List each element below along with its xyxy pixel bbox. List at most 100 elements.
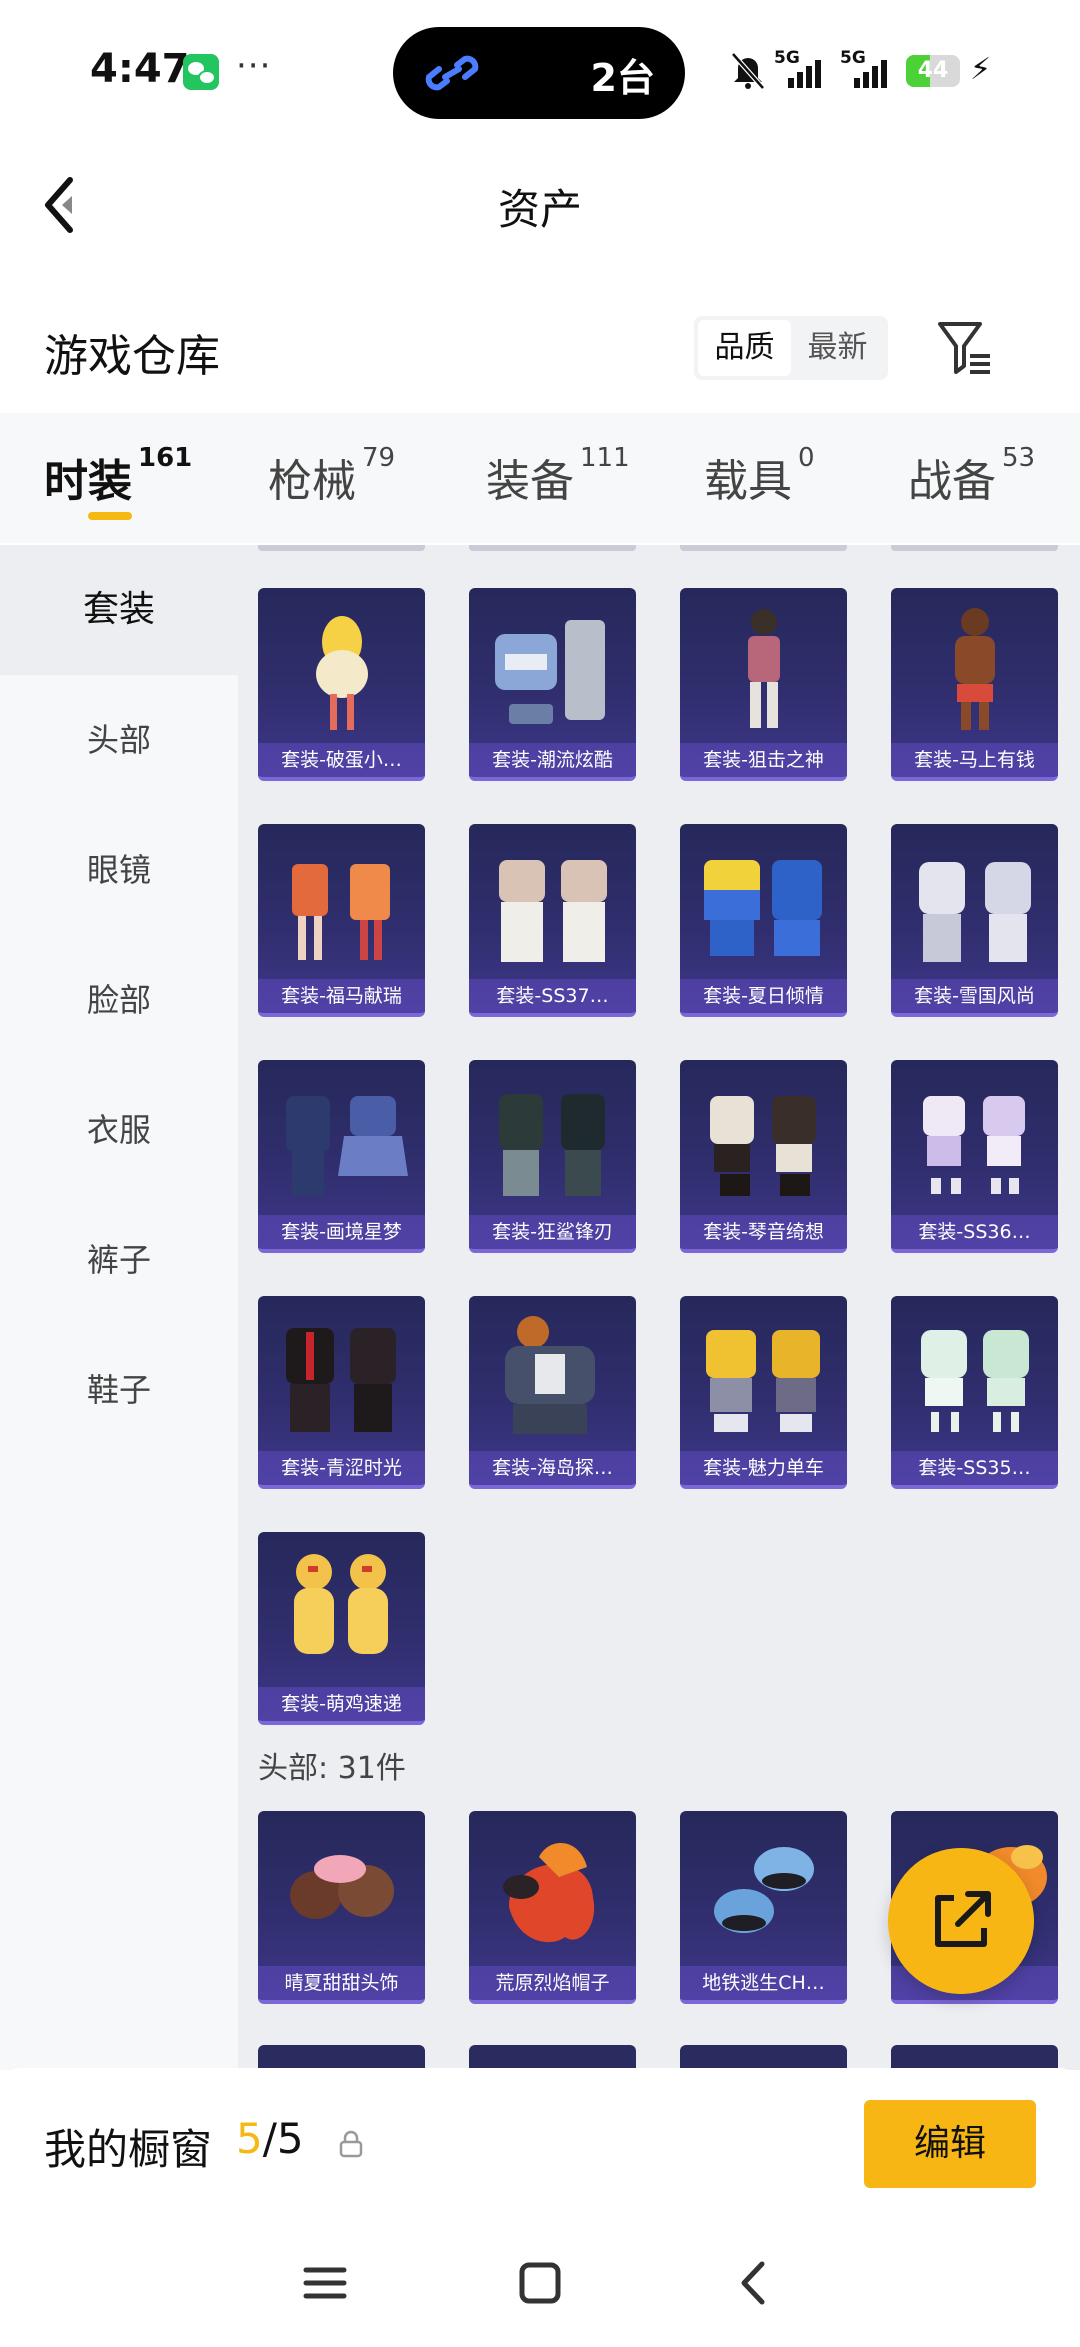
tab-count: 0 <box>798 443 815 473</box>
tab-guns[interactable]: 枪械 79 <box>268 443 396 509</box>
outfit-image <box>706 1330 820 1432</box>
edit-button[interactable]: 编辑 <box>864 2100 1036 2188</box>
item-name: 套装-SS35… <box>891 1451 1058 1485</box>
sidebar-item-face[interactable]: 脸部 <box>0 935 238 1065</box>
item-name: 套装-雪国风尚 <box>891 979 1058 1013</box>
tab-tactical[interactable]: 战备 53 <box>908 443 1036 509</box>
tab-count: 53 <box>1002 443 1036 473</box>
item-card[interactable]: 套装-SS36… <box>891 1060 1058 1253</box>
tab-label: 载具 <box>704 456 792 507</box>
item-card[interactable]: 套装-破蛋小… <box>258 588 425 781</box>
wechat-notification-icon <box>183 54 219 90</box>
outfit-image <box>499 860 607 962</box>
battery-indicator: 44 <box>906 55 960 87</box>
outfit-image <box>748 609 780 728</box>
item-card[interactable]: 套装-海岛探… <box>469 1296 636 1489</box>
outfit-image <box>294 1554 388 1654</box>
showcase-total: /5 <box>262 2114 304 2163</box>
item-name: 荒原烈焰帽子 <box>469 1966 636 2000</box>
system-nav-bar <box>0 2218 1080 2347</box>
item-card[interactable]: 套装-马上有钱 <box>891 588 1058 781</box>
item-name: 套装-夏日倾情 <box>680 979 847 1013</box>
share-button[interactable] <box>888 1848 1034 1994</box>
outfit-image <box>710 1096 816 1196</box>
headwear-image <box>714 1847 814 1933</box>
tab-label: 时装 <box>44 456 132 507</box>
tab-count: 79 <box>362 443 396 473</box>
item-card[interactable]: 套装-琴音绮想 <box>680 1060 847 1253</box>
item-name: 套装-画境星梦 <box>258 1215 425 1249</box>
home-icon[interactable] <box>505 2248 575 2318</box>
grid-row: 套装-破蛋小… 套装-潮流炫酷 套装-狙击之神 套装-马上有钱 <box>258 588 1058 781</box>
item-name: 套装-青涩时光 <box>258 1451 425 1485</box>
sidebar: 套装 头部 眼镜 脸部 衣服 裤子 鞋子 <box>0 545 238 2070</box>
item-card[interactable]: 套装-魅力单车 <box>680 1296 847 1489</box>
item-card[interactable]: 荒原烈焰帽子 <box>469 1811 636 2004</box>
showcase-current: 5 <box>236 2114 263 2163</box>
tab-vehicles[interactable]: 载具 0 <box>704 443 815 509</box>
sort-toggle: 品质 最新 <box>694 316 888 380</box>
item-card[interactable]: 套装-萌鸡速递 <box>258 1532 425 1725</box>
sidebar-item-head[interactable]: 头部 <box>0 675 238 805</box>
signal-strength-2: 5G <box>838 48 898 88</box>
charging-icon: ⚡ <box>970 52 992 87</box>
showcase-count: 5/5 <box>236 2114 304 2163</box>
item-name: 套装-琴音绮想 <box>680 1215 847 1249</box>
tab-equipment[interactable]: 装备 111 <box>486 443 630 509</box>
outfit-image <box>505 1316 595 1434</box>
item-name: 地铁逃生CH… <box>680 1966 847 2000</box>
item-name: 套装-破蛋小… <box>258 743 425 777</box>
outfit-image <box>919 862 1031 962</box>
sidebar-item-glasses[interactable]: 眼镜 <box>0 805 238 935</box>
outfit-image <box>286 1096 408 1196</box>
item-card[interactable]: 晴夏甜甜头饰 <box>258 1811 425 2004</box>
filter-icon[interactable] <box>936 318 994 378</box>
tab-label: 装备 <box>486 456 574 507</box>
link-icon <box>425 55 479 91</box>
island-device-count: 2台 <box>590 56 655 100</box>
grid-row: 套装-福马献瑞 套装-SS37… 套装-夏日倾情 套装-雪国风尚 <box>258 824 1058 1017</box>
outfit-image <box>921 1330 1029 1432</box>
showcase-label: 我的橱窗 <box>44 2125 213 2174</box>
outfit-image <box>316 616 368 730</box>
item-name: 套装-SS37… <box>469 979 636 1013</box>
item-name: 套装-萌鸡速递 <box>258 1687 425 1721</box>
item-card[interactable]: 地铁逃生CH… <box>680 1811 847 2004</box>
sidebar-item-clothes[interactable]: 衣服 <box>0 1065 238 1195</box>
item-card[interactable]: 套装-SS35… <box>891 1296 1058 1489</box>
item-card[interactable]: 套装-SS37… <box>469 824 636 1017</box>
item-card[interactable]: 套装-狙击之神 <box>680 588 847 781</box>
outfit-image <box>292 864 390 960</box>
outfit-image <box>923 1096 1025 1194</box>
page-title: 资产 <box>497 185 582 234</box>
item-card[interactable]: 套装-雪国风尚 <box>891 824 1058 1017</box>
item-name: 套装-SS36… <box>891 1215 1058 1249</box>
item-name: 晴夏甜甜头饰 <box>258 1966 425 2000</box>
item-card[interactable]: 套装-福马献瑞 <box>258 824 425 1017</box>
back-nav-icon[interactable] <box>720 2248 790 2318</box>
item-card[interactable]: 套装-夏日倾情 <box>680 824 847 1017</box>
item-card[interactable]: 套装-潮流炫酷 <box>469 588 636 781</box>
item-name: 套装-马上有钱 <box>891 743 1058 777</box>
showcase-bar: 我的橱窗 5/5 编辑 <box>0 2068 1080 2218</box>
sidebar-item-suits[interactable]: 套装 <box>0 545 238 675</box>
category-tabs: 时装 161 枪械 79 装备 111 载具 0 战备 53 <box>0 413 1080 543</box>
item-card[interactable]: 套装-狂鲨锋刃 <box>469 1060 636 1253</box>
tab-label: 枪械 <box>268 456 356 507</box>
signal-strength-1: 5G <box>772 48 832 88</box>
headwear-image <box>290 1855 394 1919</box>
active-tab-indicator <box>88 512 132 520</box>
sort-newest-option[interactable]: 最新 <box>791 320 884 376</box>
dynamic-island[interactable]: 2台 <box>393 27 685 119</box>
status-time: 4:47 <box>90 46 190 92</box>
sidebar-item-pants[interactable]: 裤子 <box>0 1195 238 1325</box>
more-notifications-icon: ··· <box>236 46 272 86</box>
sort-quality-option[interactable]: 品质 <box>698 320 791 376</box>
tab-fashion[interactable]: 时装 161 <box>44 443 192 509</box>
item-name: 套装-潮流炫酷 <box>469 743 636 777</box>
sidebar-item-shoes[interactable]: 鞋子 <box>0 1325 238 1455</box>
next-row-edge <box>258 2045 1058 2070</box>
item-card[interactable]: 套装-画境星梦 <box>258 1060 425 1253</box>
menu-icon[interactable] <box>290 2248 360 2318</box>
item-card[interactable]: 套装-青涩时光 <box>258 1296 425 1489</box>
